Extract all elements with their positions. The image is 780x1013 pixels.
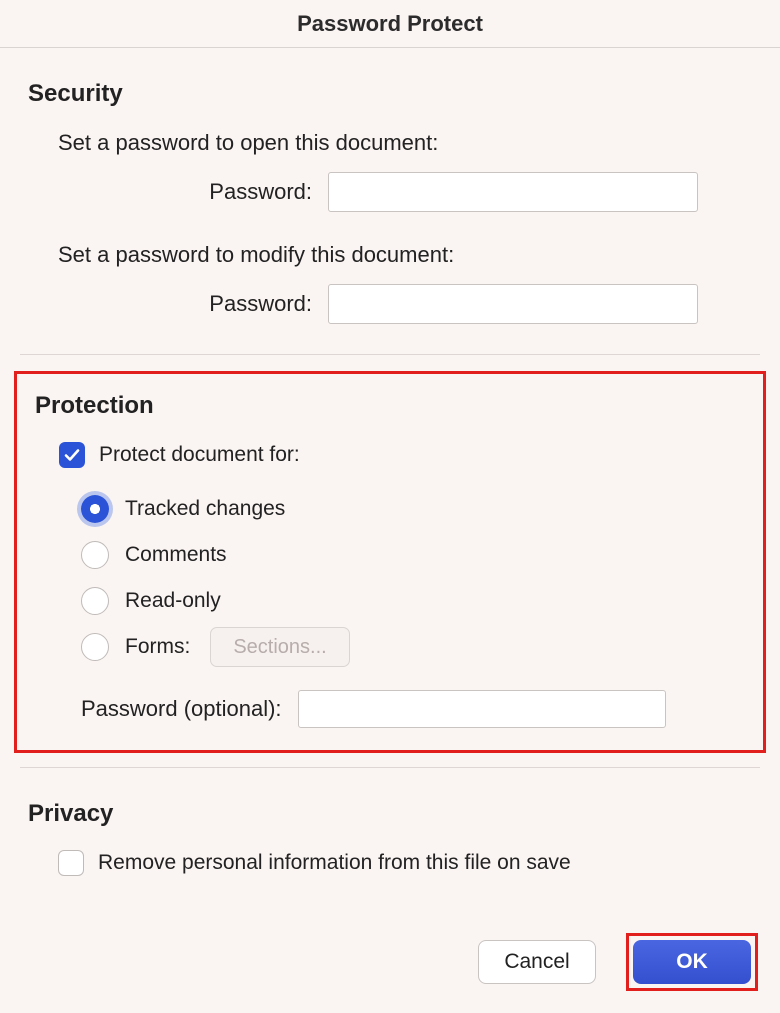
open-password-label: Password:	[58, 179, 328, 205]
protection-password-row: Password (optional):	[35, 690, 745, 728]
radio-forms-label: Forms:	[125, 635, 190, 659]
open-password-input[interactable]	[328, 172, 698, 212]
privacy-heading: Privacy	[0, 800, 780, 828]
cancel-button[interactable]: Cancel	[478, 940, 596, 984]
privacy-remove-pii-label: Remove personal information from this fi…	[98, 851, 571, 875]
privacy-remove-pii-checkbox[interactable]	[58, 850, 84, 876]
divider	[20, 354, 760, 355]
privacy-row: Remove personal information from this fi…	[0, 850, 780, 876]
radio-tracked-changes[interactable]	[81, 495, 109, 523]
open-password-instruction: Set a password to open this document:	[0, 130, 780, 156]
modify-password-row: Password:	[0, 284, 780, 324]
radio-read-only[interactable]	[81, 587, 109, 615]
protection-section-highlight: Protection Protect document for: Tracked…	[14, 371, 766, 753]
radio-row-forms: Forms: Sections...	[81, 624, 745, 670]
protect-document-checkbox[interactable]	[59, 442, 85, 468]
dialog-content: Security Set a password to open this doc…	[0, 80, 780, 876]
dialog-title: Password Protect	[297, 11, 483, 37]
radio-row-readonly: Read-only	[81, 578, 745, 624]
modify-password-label: Password:	[58, 291, 328, 317]
modify-password-instruction: Set a password to modify this document:	[0, 242, 780, 268]
protect-document-label: Protect document for:	[99, 443, 300, 467]
title-bar: Password Protect	[0, 0, 780, 48]
radio-forms[interactable]	[81, 633, 109, 661]
sections-button[interactable]: Sections...	[210, 627, 349, 667]
radio-read-only-label: Read-only	[125, 589, 221, 613]
ok-button[interactable]: OK	[633, 940, 751, 984]
protection-heading: Protection	[35, 392, 745, 420]
divider	[20, 767, 760, 768]
radio-tracked-changes-label: Tracked changes	[125, 497, 285, 521]
dialog-footer: Cancel OK	[478, 933, 758, 991]
modify-password-input[interactable]	[328, 284, 698, 324]
security-heading: Security	[0, 80, 780, 108]
open-password-row: Password:	[0, 172, 780, 212]
radio-row-comments: Comments	[81, 532, 745, 578]
ok-button-highlight: OK	[626, 933, 758, 991]
radio-row-tracked: Tracked changes	[81, 486, 745, 532]
protection-password-input[interactable]	[298, 690, 666, 728]
protection-password-label: Password (optional):	[81, 696, 298, 722]
checkmark-icon	[63, 446, 81, 464]
radio-comments[interactable]	[81, 541, 109, 569]
protect-document-row: Protect document for:	[35, 442, 745, 468]
radio-comments-label: Comments	[125, 543, 227, 567]
protection-radio-group: Tracked changes Comments Read-only Forms…	[35, 486, 745, 670]
